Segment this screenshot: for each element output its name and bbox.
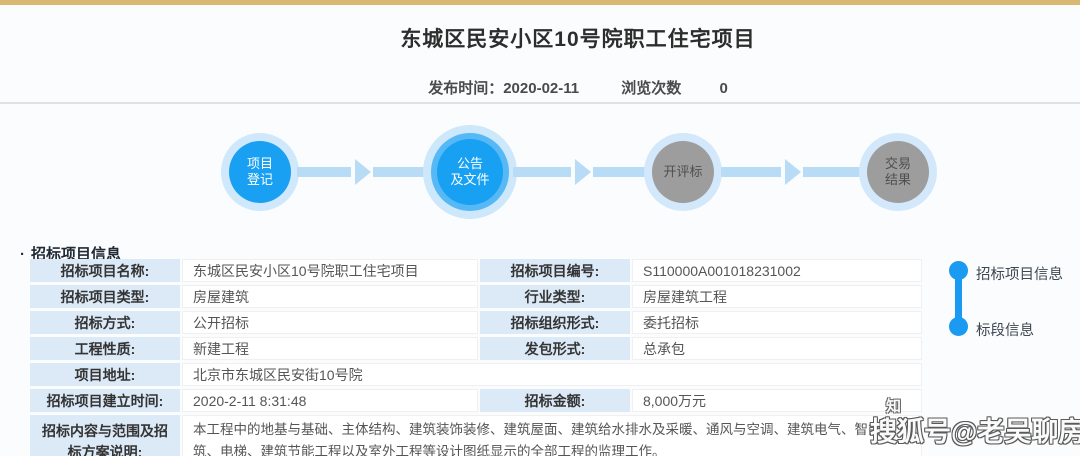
field-label-tender-amount: 招标金额:: [480, 389, 630, 412]
publish-date: 2020-02-11: [503, 80, 579, 97]
field-value-project-type: 房屋建筑: [182, 285, 478, 308]
flow-step-bid-evaluation: 开评标: [652, 141, 714, 203]
publish-meta: 发布时间：2020-02-11 浏览次数 0: [76, 77, 1080, 98]
field-label-scope-description: 招标内容与范围及招标方案说明:: [30, 415, 180, 456]
field-label-organization-form: 招标组织形式:: [480, 311, 630, 334]
field-label-contract-form: 发包形式:: [480, 337, 630, 360]
field-label-industry-type: 行业类型:: [480, 285, 630, 308]
field-value-project-code: S110000A001018231002: [632, 259, 922, 282]
arrow-right-icon: [785, 159, 801, 185]
field-label-project-address: 项目地址:: [30, 363, 180, 386]
timeline-dot-icon: [949, 261, 968, 280]
flow-step-announcement: 公告 及文件: [437, 139, 503, 205]
field-value-organization-form: 委托招标: [632, 311, 922, 334]
timeline-item-tender-info[interactable]: 招标项目信息: [976, 263, 1063, 284]
arrow-right-icon: [355, 159, 371, 185]
field-value-scope-description: 本工程中的地基与基础、主体结构、建筑装饰装修、建筑屋面、建筑给水排水及采暖、通风…: [182, 415, 922, 456]
bullet-icon: ·: [20, 246, 25, 263]
process-flow: 项目 登记 公告 及文件 开评标 交易 结果: [0, 104, 1080, 248]
arrow-right-icon: [575, 159, 591, 185]
field-value-project-name: 东城区民安小区10号院职工住宅项目: [182, 259, 478, 282]
tender-info-table: 招标项目名称: 东城区民安小区10号院职工住宅项目 招标项目编号: S11000…: [30, 259, 922, 456]
field-value-tender-amount: 8,000万元: [632, 389, 922, 412]
publish-time-label: 发布时间：: [428, 80, 503, 97]
field-label-project-name: 招标项目名称:: [30, 259, 180, 282]
watermark-text: 搜狐号@老吴聊房: [870, 410, 1080, 449]
top-accent-bar: [0, 0, 1080, 5]
field-label-project-nature: 工程性质:: [30, 337, 180, 360]
views-count: 0: [719, 80, 727, 97]
field-value-project-address: 北京市东城区民安街10号院: [182, 363, 922, 386]
flow-connector: [803, 167, 860, 177]
flow-step-project-register: 项目 登记: [229, 141, 291, 203]
flow-connector: [297, 167, 351, 177]
views-label: 浏览次数: [621, 80, 681, 97]
field-value-contract-form: 总承包: [632, 337, 922, 360]
timeline-item-section-info[interactable]: 标段信息: [976, 319, 1034, 340]
tender-detail-page: 东城区民安小区10号院职工住宅项目 发布时间：2020-02-11 浏览次数 0…: [0, 0, 1080, 456]
flow-connector: [593, 167, 645, 177]
field-value-industry-type: 房屋建筑工程: [632, 285, 922, 308]
flow-connector: [513, 167, 571, 177]
field-label-project-code: 招标项目编号:: [480, 259, 630, 282]
timeline-dot-icon: [949, 317, 968, 336]
flow-connector: [721, 167, 781, 177]
flow-step-trade-result: 交易 结果: [867, 141, 929, 203]
field-value-create-time: 2020-2-11 8:31:48: [182, 389, 478, 412]
field-value-tender-method: 公开招标: [182, 311, 478, 334]
field-label-project-type: 招标项目类型:: [30, 285, 180, 308]
field-label-create-time: 招标项目建立时间:: [30, 389, 180, 412]
field-value-project-nature: 新建工程: [182, 337, 478, 360]
page-title: 东城区民安小区10号院职工住宅项目: [76, 23, 1080, 53]
flow-connector: [373, 167, 425, 177]
field-label-tender-method: 招标方式:: [30, 311, 180, 334]
